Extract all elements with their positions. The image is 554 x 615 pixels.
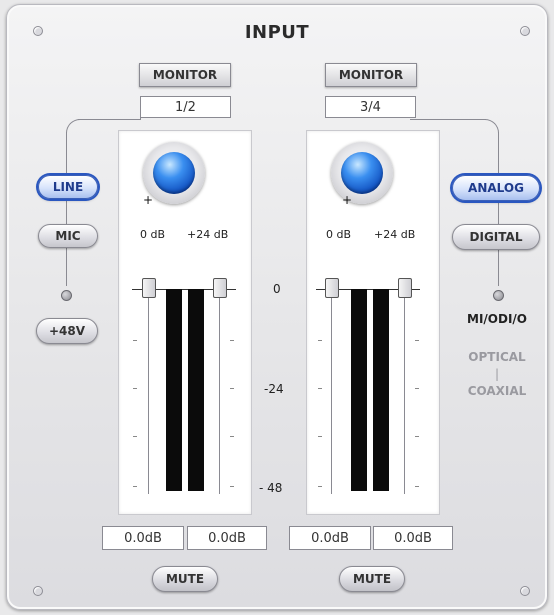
readout-ch2: 0.0dB bbox=[187, 526, 267, 550]
input-panel bbox=[6, 4, 548, 610]
screw-bottom-right-icon bbox=[520, 586, 530, 596]
tick bbox=[415, 436, 419, 437]
digital-format-label: MI/ODI/O bbox=[467, 312, 527, 326]
mute-button-3-4[interactable]: MUTE bbox=[339, 566, 405, 592]
mic-button[interactable]: MIC bbox=[38, 224, 98, 248]
monitor-button-1-2[interactable]: MONITOR bbox=[139, 63, 231, 87]
left-wire-horizontal bbox=[78, 119, 140, 120]
option-separator: | bbox=[494, 367, 500, 381]
readout-ch1: 0.0dB bbox=[102, 526, 184, 550]
channel-label-1-2: 1/2 bbox=[140, 96, 231, 118]
tick bbox=[318, 486, 322, 487]
digital-led-icon bbox=[493, 290, 504, 301]
panel-title: INPUT bbox=[244, 22, 310, 43]
tick bbox=[230, 388, 234, 389]
tick bbox=[230, 436, 234, 437]
tick bbox=[415, 388, 419, 389]
optical-option[interactable]: OPTICAL bbox=[455, 350, 539, 364]
tick bbox=[133, 486, 137, 487]
scale-label-24: -24 bbox=[264, 382, 284, 396]
scale-label-0: 0 bbox=[273, 282, 281, 296]
knob-marker-icon: + bbox=[143, 193, 154, 207]
right-wire-vertical bbox=[498, 132, 499, 286]
fader-rail-1 bbox=[148, 280, 149, 494]
tick bbox=[318, 436, 322, 437]
right-wire-horizontal bbox=[410, 119, 486, 120]
gain-knob-3-4[interactable] bbox=[331, 142, 393, 204]
readout-ch3: 0.0dB bbox=[289, 526, 371, 550]
monitor-button-3-4[interactable]: MONITOR bbox=[325, 63, 417, 87]
knob-cap-icon bbox=[153, 152, 195, 194]
fader-handle-3[interactable] bbox=[325, 278, 339, 298]
readout-ch4: 0.0dB bbox=[373, 526, 453, 550]
tick bbox=[230, 486, 234, 487]
fader-handle-4[interactable] bbox=[398, 278, 412, 298]
phantom-led-icon bbox=[61, 290, 72, 301]
knob-min-label-3-4: 0 dB bbox=[326, 228, 352, 241]
channel-label-3-4: 3/4 bbox=[325, 96, 416, 118]
analog-button[interactable]: ANALOG bbox=[452, 175, 540, 201]
fader-rail-2 bbox=[219, 280, 220, 494]
fader-rail-4 bbox=[404, 280, 405, 494]
screw-bottom-left-icon bbox=[33, 586, 43, 596]
knob-max-label-1-2: +24 dB bbox=[187, 228, 229, 241]
level-meter-1 bbox=[166, 289, 182, 491]
tick bbox=[133, 340, 137, 341]
line-button[interactable]: LINE bbox=[38, 175, 98, 199]
mute-button-1-2[interactable]: MUTE bbox=[152, 566, 218, 592]
level-meter-4 bbox=[373, 289, 389, 491]
tick bbox=[230, 340, 234, 341]
fader-handle-2[interactable] bbox=[213, 278, 227, 298]
phantom-48v-button[interactable]: +48V bbox=[36, 318, 98, 344]
knob-max-label-3-4: +24 dB bbox=[374, 228, 416, 241]
tick bbox=[415, 486, 419, 487]
tick bbox=[318, 388, 322, 389]
level-meter-2 bbox=[188, 289, 204, 491]
tick bbox=[318, 340, 322, 341]
fader-handle-1[interactable] bbox=[142, 278, 156, 298]
digital-button[interactable]: DIGITAL bbox=[452, 224, 540, 250]
knob-min-label-1-2: 0 dB bbox=[140, 228, 166, 241]
scale-label-48: - 48 bbox=[259, 481, 283, 495]
level-meter-3 bbox=[351, 289, 367, 491]
knob-cap-icon bbox=[341, 152, 383, 194]
coaxial-option[interactable]: COAXIAL bbox=[455, 384, 539, 398]
tick bbox=[133, 388, 137, 389]
tick bbox=[133, 436, 137, 437]
left-wire-vertical bbox=[66, 132, 67, 286]
tick bbox=[415, 340, 419, 341]
fader-rail-3 bbox=[331, 280, 332, 494]
knob-marker-icon: + bbox=[342, 193, 353, 207]
